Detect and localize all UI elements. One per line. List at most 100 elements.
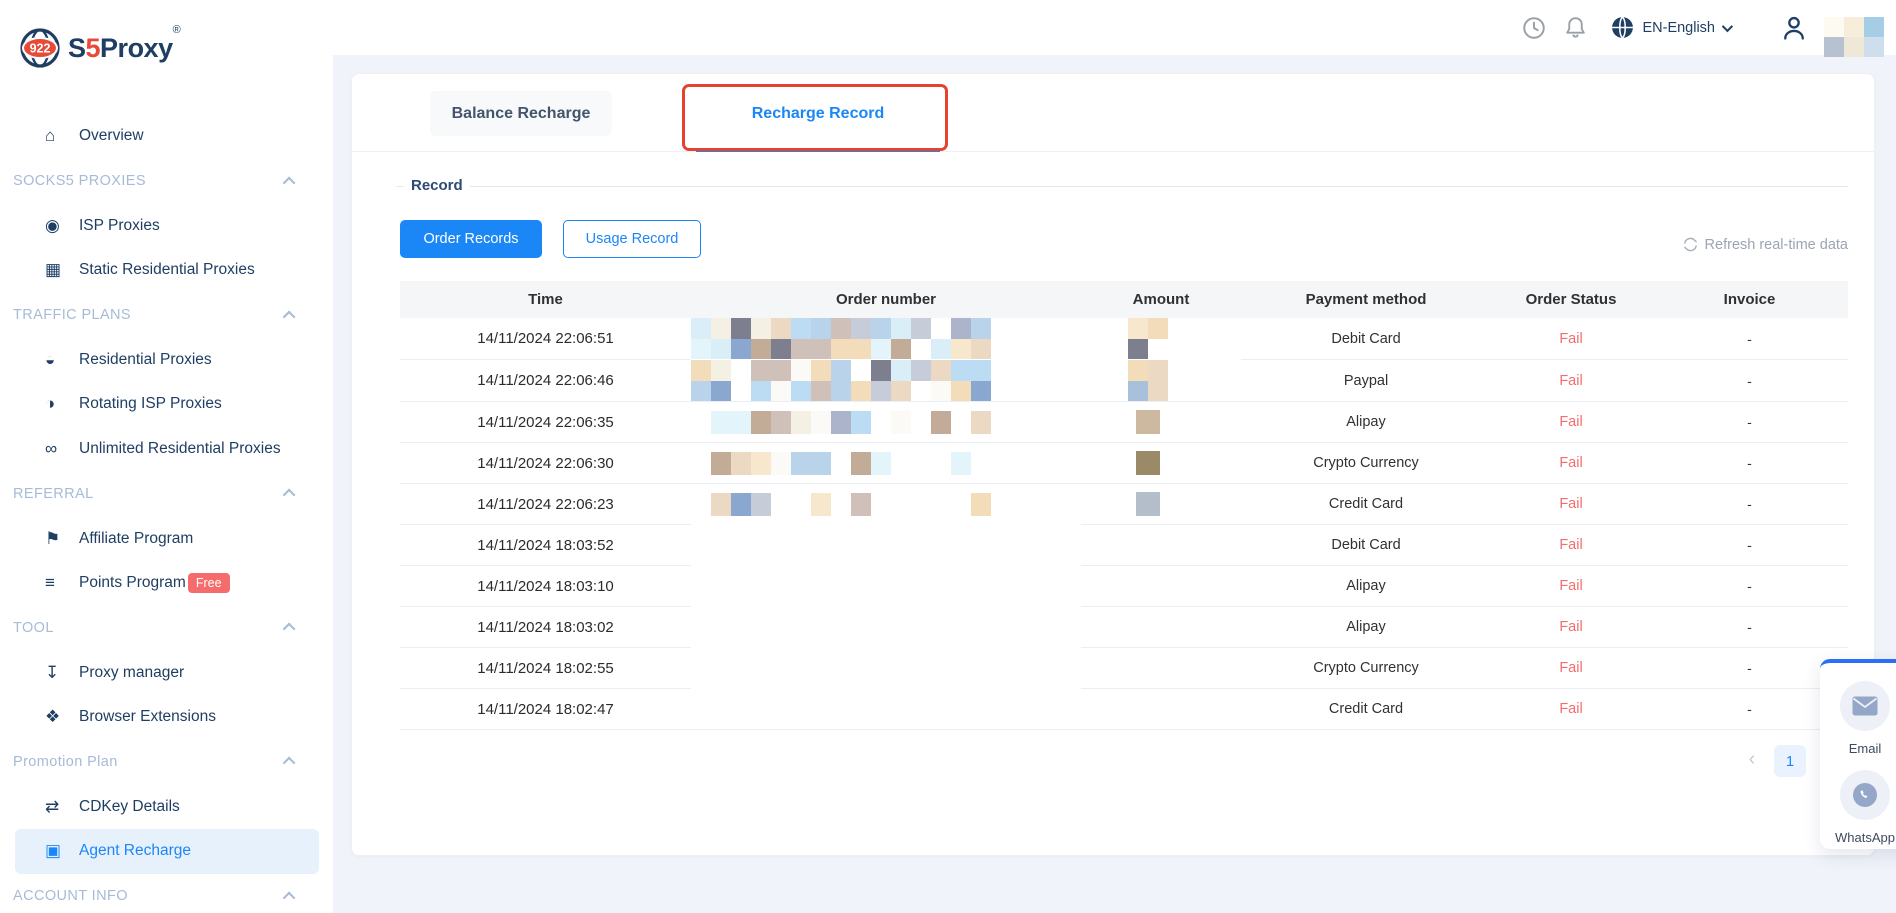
table-row: 14/11/2024 22:06:46PaypalFail-	[400, 360, 1848, 402]
download-icon: ↧	[45, 663, 79, 683]
table-row: 14/11/2024 18:02:55Crypto CurrencyFail-	[400, 648, 1848, 689]
chevron-down-icon	[1722, 20, 1733, 31]
cell-order-status: Fail	[1491, 689, 1651, 730]
whatsapp-icon	[1851, 781, 1879, 809]
whatsapp-button[interactable]	[1840, 770, 1890, 820]
app-window: 922 S5Proxy® ⌂Overview SOCKS5 PROXIES ◉ISP…	[0, 0, 1896, 913]
whatsapp-label: WhatsApp	[1835, 830, 1895, 845]
tab-balance-recharge[interactable]: Balance Recharge	[430, 91, 612, 136]
pagination-prev-icon[interactable]: ‹	[1742, 748, 1762, 771]
cell-time: 14/11/2024 22:06:35	[400, 402, 691, 443]
sidebar-item-affiliate-program[interactable]: ⚑Affiliate Program	[15, 516, 319, 561]
cell-time: 14/11/2024 22:06:46	[400, 360, 691, 402]
avatar[interactable]	[1824, 17, 1884, 57]
cell-order-number-masked	[691, 566, 1081, 607]
sidebar-item-label: Browser Extensions	[79, 708, 216, 726]
building-icon: ▦	[45, 260, 79, 280]
sidebar-item-isp-proxies[interactable]: ◉ISP Proxies	[15, 203, 319, 248]
sidebar-item-unlimited-residential-proxies[interactable]: ∞Unlimited Residential Proxies	[15, 427, 319, 472]
sidebar-item-points-program[interactable]: ≡Points ProgramFree	[15, 561, 319, 606]
swap-icon: ⇄	[45, 797, 79, 817]
history-icon[interactable]	[1521, 15, 1547, 41]
sidebar-item-label: Rotating ISP Proxies	[79, 395, 222, 413]
cell-amount-masked	[1081, 607, 1241, 648]
sidebar-item-static-residential-proxies[interactable]: ▦Static Residential Proxies	[15, 248, 319, 293]
sidebar-item-label: CDKey Details	[79, 798, 180, 816]
section-label: SOCKS5 PROXIES	[13, 173, 146, 189]
sidebar-item-proxy-manager[interactable]: ↧Proxy manager	[15, 650, 319, 695]
cell-amount-masked	[1081, 443, 1241, 484]
cell-payment-method: Debit Card	[1241, 525, 1491, 566]
globe-icon	[1610, 15, 1635, 40]
cell-invoice: -	[1651, 318, 1848, 360]
sidebar-item-label: Unlimited Residential Proxies	[79, 440, 281, 458]
sidebar-item-label: Overview	[79, 127, 144, 145]
email-icon	[1852, 696, 1878, 716]
cell-order-number-masked	[691, 648, 1081, 689]
refresh-icon	[1682, 236, 1699, 253]
table-row: 14/11/2024 22:06:23Credit CardFail-	[400, 484, 1848, 525]
cell-amount-masked	[1081, 484, 1241, 525]
sidebar-section-socks5-proxies[interactable]: SOCKS5 PROXIES	[0, 159, 333, 204]
brand-logo[interactable]: 922 S5Proxy®	[0, 0, 333, 70]
rotate-icon: ◑	[45, 394, 79, 414]
sidebar-item-label: ISP Proxies	[79, 217, 160, 235]
usage-record-button[interactable]: Usage Record	[563, 220, 701, 258]
cell-order-number-masked	[691, 360, 1081, 402]
cell-invoice: -	[1651, 607, 1848, 648]
refresh-real-time-data[interactable]: Refresh real-time data	[1682, 236, 1848, 253]
tabs-divider	[352, 151, 1876, 152]
record-fieldset-line	[396, 186, 1848, 187]
cell-invoice: -	[1651, 402, 1848, 443]
cell-order-number-masked	[691, 525, 1081, 566]
chevron-up-icon	[283, 176, 296, 189]
pagination-page-1[interactable]: 1	[1774, 745, 1806, 777]
bell-icon[interactable]	[1563, 15, 1588, 40]
sidebar-section-account-info[interactable]: ACCOUNT INFO	[0, 874, 333, 913]
sidebar-item-label: Static Residential Proxies	[79, 261, 255, 279]
person-icon[interactable]	[1780, 14, 1808, 42]
sidebar-section-tool[interactable]: TOOL	[0, 606, 333, 651]
cell-payment-method: Alipay	[1241, 566, 1491, 607]
cell-payment-method: Credit Card	[1241, 484, 1491, 525]
language-selector[interactable]: EN-English	[1610, 15, 1730, 40]
table-row: 14/11/2024 22:06:35AlipayFail-	[400, 402, 1848, 443]
cell-order-status: Fail	[1491, 566, 1651, 607]
column-header-payment-method: Payment method	[1241, 281, 1491, 318]
table-row: 14/11/2024 18:03:02AlipayFail-	[400, 607, 1848, 648]
sidebar-item-agent-recharge[interactable]: ▣Agent Recharge	[15, 829, 319, 874]
tab-recharge-record[interactable]: Recharge Record	[696, 91, 940, 136]
cell-order-status: Fail	[1491, 360, 1651, 402]
recharge-card: Balance Recharge Recharge Record Record …	[351, 73, 1875, 856]
sidebar-item-label: Proxy manager	[79, 664, 184, 682]
sidebar-section-promotion-plan[interactable]: Promotion Plan	[0, 740, 333, 785]
section-label: TOOL	[13, 620, 54, 636]
chevron-up-icon	[283, 623, 296, 636]
order-records-button[interactable]: Order Records	[400, 220, 542, 258]
cell-amount-masked	[1081, 566, 1241, 607]
section-label: REFERRAL	[13, 486, 94, 502]
sidebar-item-cdkey-details[interactable]: ⇄CDKey Details	[15, 784, 319, 829]
cell-time: 14/11/2024 22:06:51	[400, 318, 691, 360]
email-button[interactable]	[1840, 681, 1890, 731]
cell-payment-method: Paypal	[1241, 360, 1491, 402]
shield-icon: ⚑	[45, 529, 79, 549]
sidebar-item-label: Points Program	[79, 574, 186, 592]
section-label: ACCOUNT INFO	[13, 888, 128, 904]
cell-order-number-masked	[691, 607, 1081, 648]
cell-amount-masked	[1081, 402, 1241, 443]
sidebar-item-overview[interactable]: ⌂Overview	[15, 114, 319, 159]
sidebar-section-referral[interactable]: REFERRAL	[0, 472, 333, 517]
cell-order-status: Fail	[1491, 484, 1651, 525]
sidebar-item-rotating-isp-proxies[interactable]: ◑Rotating ISP Proxies	[15, 382, 319, 427]
active-tab-underline	[696, 149, 940, 152]
cell-amount-masked	[1081, 525, 1241, 566]
cell-order-status: Fail	[1491, 648, 1651, 689]
sidebar-item-residential-proxies[interactable]: ◒Residential Proxies	[15, 337, 319, 382]
sidebar-section-traffic-plans[interactable]: TRAFFIC PLANS	[0, 293, 333, 338]
column-header-amount: Amount	[1081, 281, 1241, 318]
cell-payment-method: Debit Card	[1241, 318, 1491, 360]
cell-amount-masked	[1081, 648, 1241, 689]
sidebar-item-browser-extensions[interactable]: ❖Browser Extensions	[15, 695, 319, 740]
language-label: EN-English	[1642, 20, 1715, 36]
